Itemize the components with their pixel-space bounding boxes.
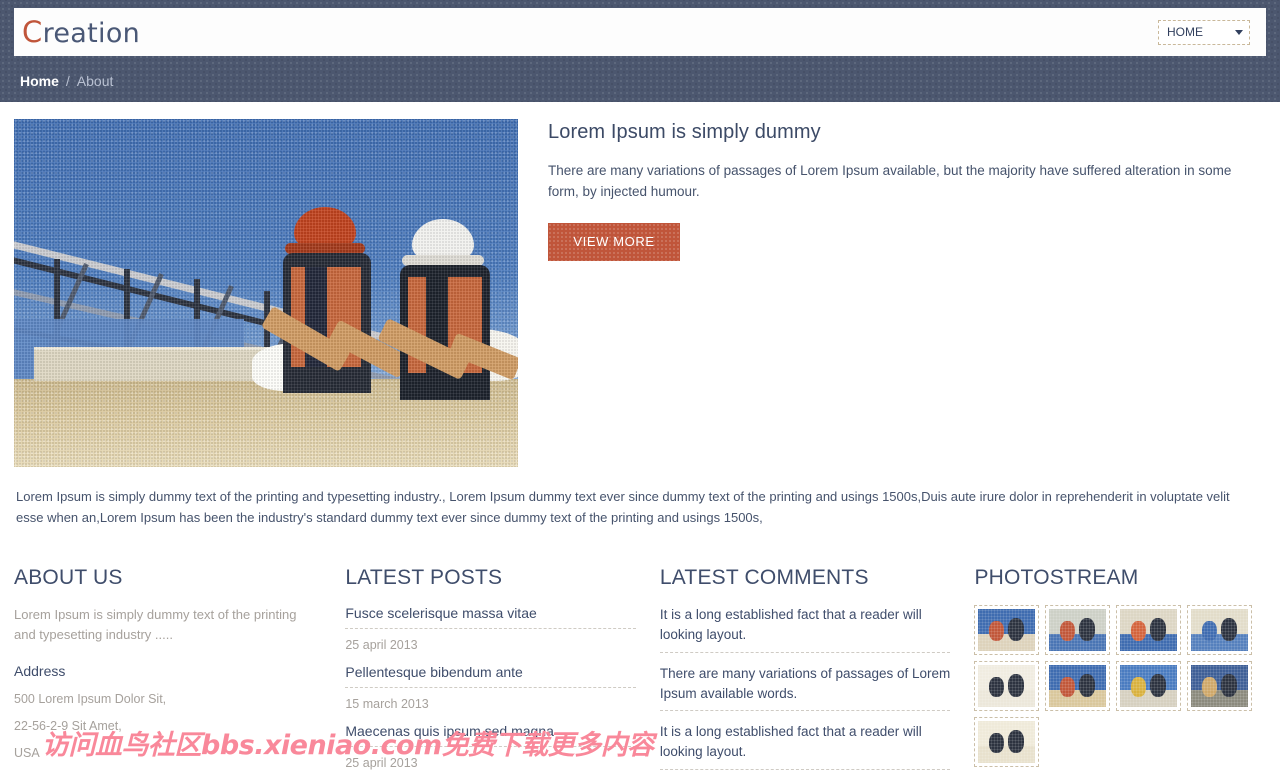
intro-row: Lorem Ipsum is simply dummy There are ma… xyxy=(14,119,1261,467)
breadcrumb-current: About xyxy=(76,73,114,89)
thumbnail-image-two-men-smiling xyxy=(978,721,1036,763)
intro-block: Lorem Ipsum is simply dummy There are ma… xyxy=(548,119,1261,467)
list-item: Maecenas quis ipsum sed magna 25 april 2… xyxy=(345,723,636,771)
view-more-button[interactable]: VIEW MORE xyxy=(548,222,680,261)
footer-column-about: ABOUT US Lorem Ipsum is simply dummy tex… xyxy=(14,566,345,771)
main-content-panel: Lorem Ipsum is simply dummy There are ma… xyxy=(0,102,1280,547)
thumbnail-image-workers-at-table xyxy=(978,609,1036,651)
footer: ABOUT US Lorem Ipsum is simply dummy tex… xyxy=(0,547,1280,771)
thumb-texture xyxy=(1049,665,1107,707)
about-description: Lorem Ipsum is simply dummy text of the … xyxy=(14,607,297,643)
thumb-texture xyxy=(1120,609,1178,651)
photostream-thumbnail[interactable] xyxy=(1116,661,1182,711)
thumb-texture xyxy=(1191,609,1249,651)
logo-initial: C xyxy=(22,15,43,49)
hero-worker-red-helmet xyxy=(261,207,410,467)
thumb-texture xyxy=(1191,665,1249,707)
about-heading: ABOUT US xyxy=(14,566,123,589)
site-logo[interactable]: Creation xyxy=(22,15,140,49)
footer-column-photostream: PHOTOSTREAM xyxy=(974,566,1266,771)
post-title[interactable]: Maecenas quis ipsum sed magna xyxy=(345,723,636,747)
chevron-down-icon xyxy=(1235,29,1243,35)
latest-posts-heading: LATEST POSTS xyxy=(345,566,503,589)
photostream-thumbnail[interactable] xyxy=(1045,605,1111,655)
address-line: 22-56-2-9 Sit Amet, xyxy=(14,719,122,734)
post-title[interactable]: Fusce scelerisque massa vitae xyxy=(345,605,636,629)
photostream-grid xyxy=(974,605,1266,767)
photostream-thumbnail[interactable] xyxy=(974,605,1040,655)
photostream-thumbnail[interactable] xyxy=(974,717,1040,767)
breadcrumb-home-link[interactable]: Home xyxy=(20,73,59,89)
address-line: 500 Lorem Ipsum Dolor Sit, xyxy=(14,692,167,707)
hero-image-construction-workers xyxy=(14,119,518,467)
thumb-texture xyxy=(1049,609,1107,651)
post-date: 25 april 2013 xyxy=(345,756,418,770)
latest-comments-heading: LATEST COMMENTS xyxy=(659,566,869,589)
thumb-texture xyxy=(978,665,1036,707)
thumbnail-image-two-workers-standing xyxy=(978,665,1036,707)
photostream-thumbnail[interactable] xyxy=(1187,661,1253,711)
photostream-thumbnail[interactable] xyxy=(974,661,1040,711)
address-label: Address xyxy=(14,663,66,680)
thumbnail-image-worker-pointing xyxy=(1120,665,1178,707)
breadcrumb: Home / About xyxy=(0,60,1280,102)
thumb-texture xyxy=(978,721,1036,763)
address-line: USA xyxy=(14,746,40,761)
list-item: Pellentesque bibendum ante 15 march 2013 xyxy=(345,664,636,723)
list-item: Fusce scelerisque massa vitae 25 april 2… xyxy=(345,605,636,664)
post-title[interactable]: Pellentesque bibendum ante xyxy=(345,664,636,688)
footer-column-latest-posts: LATEST POSTS Fusce scelerisque massa vit… xyxy=(345,566,660,771)
hero-plank xyxy=(34,347,284,381)
intro-paragraph: There are many variations of passages of… xyxy=(548,163,1232,199)
thumbnail-image-workers-blue-sky xyxy=(1049,665,1107,707)
intro-heading: Lorem Ipsum is simply dummy xyxy=(548,121,821,143)
thumb-texture xyxy=(1120,665,1178,707)
thumbnail-image-workers-overhead xyxy=(1120,609,1178,651)
nav-dropdown[interactable]: HOME xyxy=(1158,19,1250,45)
comment-item: It is a long established fact that a rea… xyxy=(659,605,951,653)
post-date: 15 march 2013 xyxy=(345,697,429,711)
photostream-thumbnail[interactable] xyxy=(1045,661,1111,711)
site-header: Creation HOME xyxy=(14,8,1266,56)
photostream-thumbnail[interactable] xyxy=(1187,605,1253,655)
photostream-heading: PHOTOSTREAM xyxy=(974,566,1139,589)
footer-column-latest-comments: LATEST COMMENTS It is a long established… xyxy=(659,566,975,771)
comment-item: It is a long established fact that a rea… xyxy=(659,722,951,770)
lead-paragraph: Lorem Ipsum is simply dummy text of the … xyxy=(16,489,1230,525)
post-date: 25 april 2013 xyxy=(345,638,418,652)
thumbnail-image-three-workers-beam xyxy=(1049,609,1107,651)
nav-dropdown-value: HOME xyxy=(1167,25,1203,39)
breadcrumb-separator: / xyxy=(65,73,70,89)
thumbnail-image-worker-on-ladder xyxy=(1191,665,1249,707)
comment-item: There are many variations of passages of… xyxy=(659,664,951,711)
hero-worker-white-helmet xyxy=(377,219,518,467)
logo-text: reation xyxy=(42,18,141,49)
thumbnail-image-workers-with-plank xyxy=(1191,609,1249,651)
photostream-thumbnail[interactable] xyxy=(1116,605,1182,655)
thumb-texture xyxy=(978,609,1036,651)
